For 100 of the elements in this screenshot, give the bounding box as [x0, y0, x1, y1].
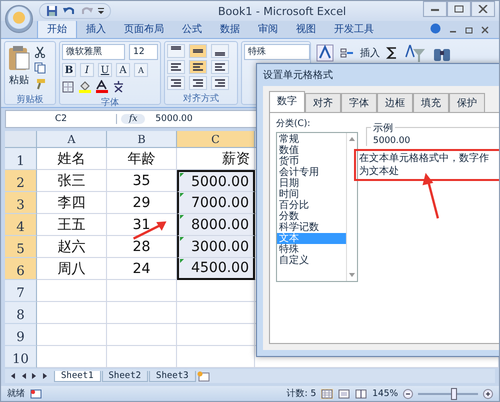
name-box[interactable]: C2	[6, 114, 117, 124]
category-item[interactable]: 时间	[277, 189, 346, 200]
row-header[interactable]: 1	[5, 148, 37, 170]
category-list[interactable]: 常规 数值 货币 会计专用 日期 时间 百分比 分数 科学记数 文本 特殊 自定义	[276, 132, 358, 282]
close-button[interactable]	[471, 1, 495, 17]
row-header[interactable]: 7	[5, 280, 37, 302]
ribbon-tab[interactable]: 审阅	[249, 20, 287, 38]
close-icon[interactable]	[481, 26, 489, 34]
row-header[interactable]: 6	[5, 258, 37, 280]
category-item[interactable]: 科学记数	[277, 222, 346, 233]
ribbon-tab[interactable]: 页面布局	[115, 20, 173, 38]
font-color-icon[interactable]	[95, 80, 108, 93]
insert-function-button[interactable]: fx	[121, 114, 146, 124]
dialog-tab[interactable]: 边框	[377, 93, 413, 112]
ribbon-tab[interactable]: 公式	[173, 20, 211, 38]
category-item[interactable]: 自定义	[277, 255, 346, 266]
align-icon[interactable]	[189, 76, 207, 90]
maximize-button[interactable]	[447, 1, 471, 17]
fill-color-icon[interactable]	[78, 80, 91, 93]
number-format-field[interactable]: 特殊	[244, 44, 310, 60]
ribbon-tab[interactable]: 插入	[77, 20, 115, 38]
ribbon-tab[interactable]: 视图	[287, 20, 325, 38]
table-cell	[37, 280, 107, 302]
category-item[interactable]: 数值	[277, 145, 346, 156]
font-size-field[interactable]: 12	[129, 44, 158, 60]
sum-icon[interactable]	[386, 47, 398, 59]
description-text: 在文本单元格格式中，数字作为文本处	[354, 149, 499, 181]
dialog-tab[interactable]: 保护	[449, 93, 485, 112]
row-header[interactable]: 3	[5, 192, 37, 214]
slider-thumb[interactable]	[451, 388, 457, 400]
align-icon[interactable]	[211, 60, 229, 74]
insert-button[interactable]: 插入	[360, 46, 380, 60]
brush-icon[interactable]	[34, 78, 46, 90]
align-icon[interactable]	[211, 76, 229, 90]
row-header[interactable]: 5	[5, 236, 37, 258]
font-name-field[interactable]: 微软雅黑	[62, 44, 126, 60]
scroll-down-icon[interactable]	[349, 273, 355, 277]
scroll-up-icon[interactable]	[349, 137, 355, 141]
dialog-tab[interactable]: 填充	[413, 93, 449, 112]
category-item[interactable]: 特殊	[277, 244, 346, 255]
row-header[interactable]: 9	[5, 324, 37, 346]
italic-button[interactable]: I	[80, 63, 94, 77]
save-icon[interactable]	[46, 5, 58, 17]
align-icon[interactable]	[167, 76, 185, 90]
zoom-in-icon[interactable]	[483, 388, 493, 398]
phonetic-icon[interactable]	[112, 80, 125, 93]
grow-font-button[interactable]: A	[116, 63, 130, 77]
row-header[interactable]: 10	[5, 346, 37, 368]
row-header[interactable]: 2	[5, 170, 37, 192]
normal-view-icon[interactable]	[321, 388, 334, 398]
copy-icon[interactable]	[34, 62, 46, 74]
category-item[interactable]: 分数	[277, 211, 346, 222]
page-break-icon[interactable]	[355, 388, 368, 398]
table-cell: 7000.00	[177, 192, 255, 214]
border-icon[interactable]	[62, 80, 74, 92]
font-style-icon[interactable]	[316, 44, 334, 62]
help-icon[interactable]	[430, 23, 441, 34]
column-header[interactable]: B	[107, 131, 177, 148]
bold-button[interactable]: B	[62, 63, 76, 77]
ribbon-tab[interactable]: 开发工具	[325, 20, 383, 38]
dialog-tab[interactable]: 数字	[269, 91, 305, 112]
row-header[interactable]: 4	[5, 214, 37, 236]
sample-value: 5000.00	[373, 136, 412, 146]
undo-icon[interactable]	[62, 5, 76, 17]
category-item[interactable]: 常规	[277, 134, 346, 145]
office-button[interactable]	[5, 5, 33, 33]
minimize-button[interactable]	[423, 1, 447, 17]
row-header[interactable]: 8	[5, 302, 37, 324]
page-layout-icon[interactable]	[338, 388, 350, 398]
category-item[interactable]: 会计专用	[277, 167, 346, 178]
align-icon[interactable]	[211, 44, 229, 58]
customize-icon[interactable]	[98, 6, 104, 16]
category-item[interactable]: 日期	[277, 178, 346, 189]
column-header[interactable]: C	[177, 131, 255, 148]
sheet-tab[interactable]: Sheet3	[149, 370, 196, 382]
sheet-tab[interactable]: Sheet2	[102, 370, 148, 382]
category-item[interactable]: 百分比	[277, 200, 346, 211]
shrink-font-button[interactable]: A	[134, 63, 148, 77]
status-text: 就绪	[7, 388, 25, 400]
macro-record-icon[interactable]	[30, 388, 42, 398]
underline-button[interactable]: U	[98, 63, 112, 77]
insert-cells-icon[interactable]	[340, 48, 354, 58]
category-item[interactable]: 货币	[277, 156, 346, 167]
new-sheet-icon[interactable]	[196, 370, 211, 382]
formula-field[interactable]: 5000.00	[149, 114, 193, 124]
align-icon[interactable]	[189, 60, 207, 74]
ribbon-tab[interactable]: 数据	[211, 20, 249, 38]
dialog-tab[interactable]: 字体	[341, 93, 377, 112]
column-header[interactable]: A	[37, 131, 107, 148]
arrow-drawing	[421, 171, 441, 221]
align-icon[interactable]	[167, 44, 185, 58]
sort-filter-icon[interactable]	[404, 43, 426, 63]
sheet-tab[interactable]: Sheet1	[54, 370, 101, 382]
dialog-tab[interactable]: 对齐	[305, 93, 341, 112]
align-icon[interactable]	[167, 60, 185, 74]
restore-icon[interactable]	[465, 26, 473, 34]
paste-button[interactable]: 粘贴	[7, 44, 31, 90]
scissors-icon[interactable]	[34, 46, 46, 58]
zoom-out-icon[interactable]	[403, 388, 413, 398]
align-icon[interactable]	[189, 44, 207, 58]
